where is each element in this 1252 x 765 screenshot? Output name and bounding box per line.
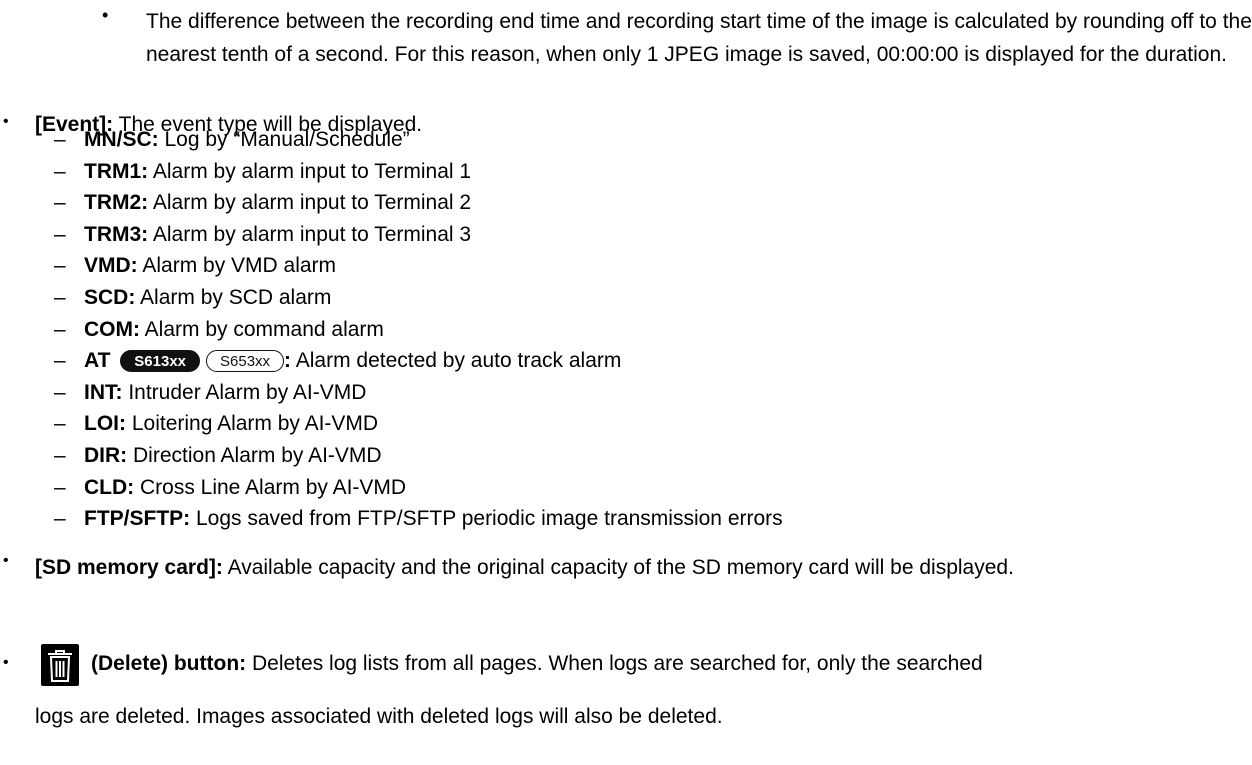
- duration-note: • The difference between the recording e…: [102, 5, 1252, 71]
- event-code: TRM1:: [84, 159, 149, 183]
- list-item: – CLD: Cross Line Alarm by AI-VMD: [54, 472, 1234, 504]
- list-item: – TRM2: Alarm by alarm input to Terminal …: [54, 187, 1234, 219]
- event-desc: Alarm by alarm input to Terminal 3: [148, 222, 472, 246]
- bullet: •: [3, 654, 9, 671]
- list-item: – MN/SC: Log by “Manual/Schedule”: [54, 124, 1234, 156]
- delete-label: (Delete) button:: [91, 652, 247, 675]
- event-desc: Cross Line Alarm by AI-VMD: [134, 475, 407, 499]
- event-code: INT:: [84, 380, 123, 404]
- dash: –: [54, 475, 66, 499]
- dash: –: [54, 412, 66, 436]
- list-item: – FTP/SFTP: Logs saved from FTP/SFTP peri…: [54, 503, 1234, 535]
- delete-description-line1: (Delete) button: Deletes log lists from …: [91, 652, 983, 676]
- bullet: •: [3, 552, 9, 569]
- event-desc: Alarm by alarm input to Terminal 2: [148, 191, 472, 215]
- list-item: – AT S613xx S653xx: Alarm detected by auto…: [54, 345, 1234, 377]
- sd-card-bullet: • [SD memory card]: Available capacity a…: [0, 552, 1250, 583]
- dash: –: [54, 254, 66, 278]
- dash: –: [54, 380, 66, 404]
- dash: –: [54, 349, 66, 373]
- duration-note-text: The difference between the recording end…: [146, 10, 1252, 66]
- dash: –: [54, 317, 66, 341]
- bullet: •: [3, 113, 9, 130]
- list-item: – INT: Intruder Alarm by AI-VMD: [54, 377, 1234, 409]
- event-code: SCD:: [84, 285, 136, 309]
- list-item: – TRM3: Alarm by alarm input to Terminal …: [54, 219, 1234, 251]
- list-item: – COM: Alarm by command alarm: [54, 314, 1234, 346]
- event-desc: Alarm by SCD alarm: [135, 285, 332, 309]
- event-code: COM:: [84, 317, 140, 341]
- delete-text: Deletes log lists from all pages. When l…: [246, 652, 983, 675]
- event-code: DIR:: [84, 443, 128, 467]
- dash: –: [54, 222, 66, 246]
- event-code: VMD:: [84, 254, 138, 278]
- sd-card-label: [SD memory card]:: [35, 556, 223, 579]
- event-desc: Loitering Alarm by AI-VMD: [126, 412, 379, 436]
- event-desc: Direction Alarm by AI-VMD: [127, 443, 382, 467]
- event-desc: Logs saved from FTP/SFTP periodic image …: [190, 507, 783, 531]
- dash: –: [54, 128, 66, 151]
- list-item: – TRM1: Alarm by alarm input to Terminal …: [54, 156, 1234, 188]
- dash: –: [54, 191, 66, 215]
- event-code: TRM3:: [84, 222, 149, 246]
- list-item: – DIR: Direction Alarm by AI-VMD: [54, 440, 1234, 472]
- delete-description-line2: logs are deleted. Images associated with…: [35, 705, 723, 728]
- event-code: MN/SC:: [84, 128, 159, 151]
- bullet: •: [102, 5, 109, 25]
- event-desc: Log by “Manual/Schedule”: [158, 128, 410, 151]
- dash: –: [54, 285, 66, 309]
- dash: –: [54, 443, 66, 467]
- delete-bullet: • (Delete) button: Deletes log lists fro…: [0, 644, 1250, 744]
- event-type-list: – MN/SC: Log by “Manual/Schedule” – TRM1: …: [54, 124, 1234, 535]
- list-item: – VMD: Alarm by VMD alarm: [54, 250, 1234, 282]
- event-desc: Alarm by command alarm: [140, 317, 384, 341]
- trash-icon: [41, 644, 79, 686]
- event-code: CLD:: [84, 475, 135, 499]
- list-item: – SCD: Alarm by SCD alarm: [54, 282, 1234, 314]
- event-desc: Alarm by VMD alarm: [137, 254, 337, 278]
- event-code: AT: [84, 349, 111, 373]
- dash: –: [54, 507, 66, 531]
- event-desc: Alarm by alarm input to Terminal 1: [148, 159, 472, 183]
- event-desc: Alarm detected by auto track alarm: [291, 349, 622, 373]
- model-badge-s653xx: S653xx: [206, 350, 285, 373]
- model-badge-s613xx: S613xx: [120, 350, 200, 373]
- event-colon: :: [284, 349, 292, 373]
- event-code: FTP/SFTP:: [84, 507, 191, 531]
- event-code: LOI:: [84, 412, 126, 436]
- event-desc: Intruder Alarm by AI-VMD: [122, 380, 367, 404]
- manual-page: • The difference between the recording e…: [0, 0, 1252, 765]
- event-code: TRM2:: [84, 191, 149, 215]
- sd-card-text: Available capacity and the original capa…: [222, 556, 1014, 579]
- list-item: – LOI: Loitering Alarm by AI-VMD: [54, 408, 1234, 440]
- dash: –: [54, 159, 66, 183]
